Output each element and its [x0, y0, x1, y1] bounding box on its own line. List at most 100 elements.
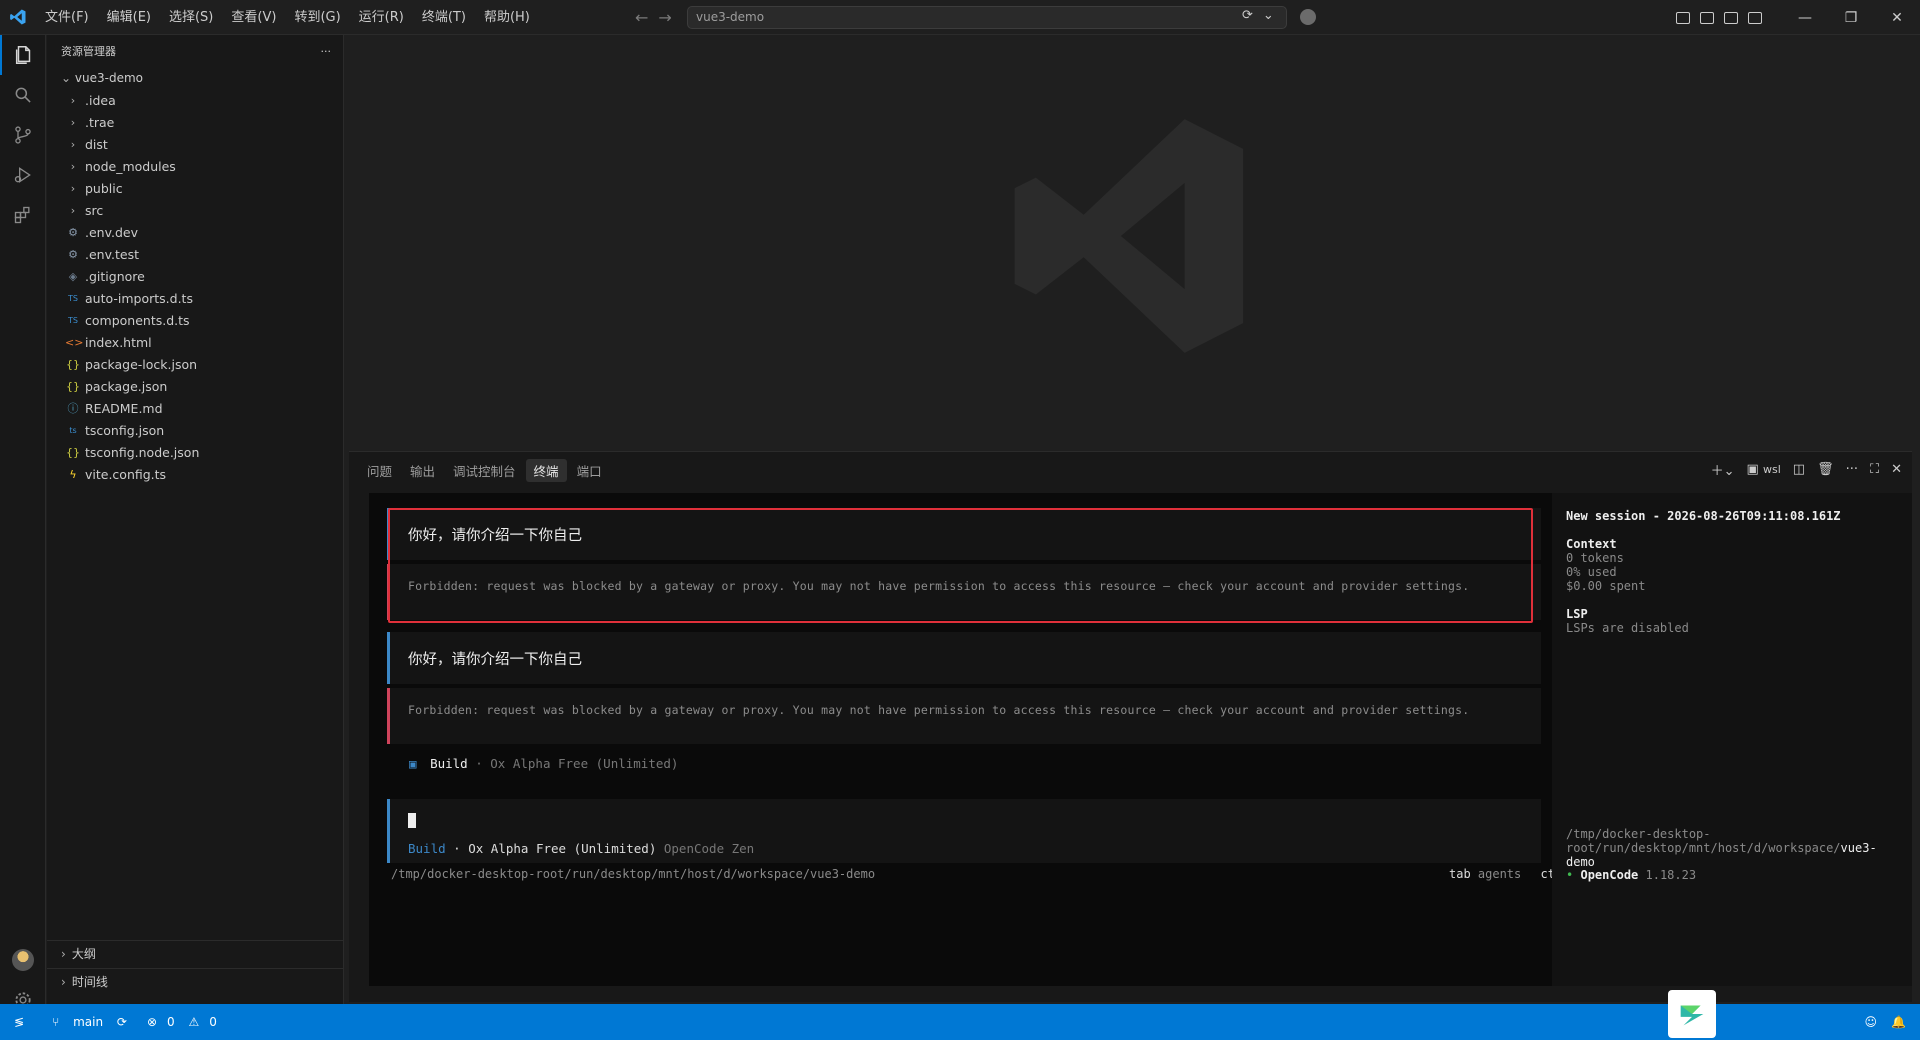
tree-item-label: .gitignore	[85, 268, 145, 284]
tree-item-label: .env.dev	[85, 224, 139, 240]
chevron-right-icon: ›	[70, 137, 76, 151]
menu-view[interactable]: 查看(V)	[222, 0, 285, 35]
timeline-section[interactable]: › 时间线	[47, 968, 343, 994]
tsconfig-file-icon: ts	[69, 425, 77, 435]
folder-item[interactable]: › src	[47, 199, 343, 221]
tree-item-label: auto-imports.d.ts	[85, 290, 193, 306]
branch-status[interactable]: ⑂ main ⟳	[42, 1015, 127, 1029]
menu-go[interactable]: 转到(G)	[285, 0, 349, 35]
close-button[interactable]: ✕	[1874, 10, 1920, 26]
tab-debug-console[interactable]: 调试控制台	[445, 459, 524, 482]
explorer-icon[interactable]	[0, 35, 46, 75]
outline-label: 大纲	[71, 947, 96, 961]
copilot-icon[interactable]	[1300, 9, 1316, 25]
customize-layout-icon[interactable]	[1700, 11, 1714, 24]
tree-item-label: src	[85, 202, 104, 218]
account-avatar-icon[interactable]	[0, 940, 46, 980]
info-file-icon: ⓘ	[67, 402, 79, 415]
split-terminal-icon[interactable]: ◫	[1793, 462, 1805, 477]
chevron-right-icon: ›	[61, 974, 66, 989]
extensions-icon[interactable]	[0, 195, 46, 235]
file-item[interactable]: ◈ .gitignore	[47, 265, 343, 287]
menu-help[interactable]: 帮助(H)	[475, 0, 539, 35]
problems-status[interactable]: ⊗ 0 ⚠ 0	[137, 1015, 217, 1029]
file-item[interactable]: ⚙ .env.test	[47, 243, 343, 265]
notifications-bell-icon[interactable]: 🔔	[1891, 1015, 1906, 1029]
menu-selection[interactable]: 选择(S)	[160, 0, 222, 35]
folder-item[interactable]: › public	[47, 177, 343, 199]
ts-file-icon: TS	[68, 315, 78, 325]
file-item[interactable]: ⓘ README.md	[47, 397, 343, 419]
close-panel-icon[interactable]: ✕	[1891, 462, 1902, 477]
toggle-primary-sidebar-icon[interactable]	[1676, 11, 1690, 24]
window-controls: — ❐ ✕	[1676, 0, 1920, 35]
run-debug-icon[interactable]	[0, 155, 46, 195]
folder-item[interactable]: › .idea	[47, 89, 343, 111]
highlight-box	[388, 508, 1533, 623]
prompt-input[interactable]: Build · Ox Alpha Free (Unlimited) OpenCo…	[387, 799, 1541, 863]
restore-button[interactable]: ❐	[1828, 10, 1874, 26]
context-heading: Context	[1566, 537, 1617, 551]
file-item[interactable]: {} package.json	[47, 375, 343, 397]
toggle-panel-icon[interactable]	[1724, 11, 1738, 24]
copilot-status-icon[interactable]: ☺	[1865, 1015, 1878, 1029]
back-arrow-icon[interactable]: ←	[635, 8, 648, 27]
folder-item[interactable]: › .trae	[47, 111, 343, 133]
error-count: 0	[167, 1015, 175, 1029]
tree-item-label: package-lock.json	[85, 356, 198, 372]
source-control-icon[interactable]	[0, 115, 46, 155]
tree-item-label: tsconfig.node.json	[85, 444, 200, 460]
chat-toggle: ⟳ ⌄	[1242, 8, 1274, 23]
minimize-button[interactable]: —	[1782, 10, 1828, 26]
trash-icon[interactable]: 🗑	[1817, 462, 1834, 477]
forward-arrow-icon[interactable]: →	[658, 8, 671, 27]
branch-name: main	[73, 1015, 104, 1029]
ts-file-icon: TS	[68, 293, 78, 303]
workspace-root[interactable]: ⌄ vue3-demo	[47, 67, 343, 89]
file-item[interactable]: ts tsconfig.json	[47, 419, 343, 441]
nav-buttons: ← →	[635, 0, 672, 35]
tab-key: tab	[1449, 867, 1471, 881]
new-terminal-icon[interactable]: ＋⌄	[1711, 460, 1735, 479]
chevron-down-icon[interactable]: ⌄	[1263, 8, 1274, 23]
file-item[interactable]: <> index.html	[47, 331, 343, 353]
tree-item-label: .idea	[85, 92, 116, 108]
cwd-path: /tmp/docker-desktop-root/run/desktop/mnt…	[391, 867, 876, 881]
terminal-view[interactable]: 你好，请你介绍一下你自己 Forbidden: request was bloc…	[369, 493, 1912, 986]
status-dot-icon: •	[1566, 868, 1574, 882]
tab-output[interactable]: 输出	[402, 459, 443, 482]
file-item[interactable]: TS auto-imports.d.ts	[47, 287, 343, 309]
editor-area	[349, 36, 1912, 447]
search-icon[interactable]	[0, 75, 46, 115]
file-item[interactable]: {} tsconfig.node.json	[47, 441, 343, 463]
file-item[interactable]: ϟ vite.config.ts	[47, 463, 343, 485]
taskbar-app-icon[interactable]	[1668, 990, 1716, 1038]
terminal-profile[interactable]: ▣ wsl	[1747, 462, 1781, 477]
menu-edit[interactable]: 编辑(E)	[98, 0, 160, 35]
tab-terminal[interactable]: 终端	[525, 458, 567, 482]
folder-item[interactable]: › dist	[47, 133, 343, 155]
error-message: Forbidden: request was blocked by a gate…	[387, 688, 1541, 744]
status-bar: ≶ ⑂ main ⟳ ⊗ 0 ⚠ 0 ☺ 🔔	[0, 1004, 1920, 1040]
workspace-root-label: vue3-demo	[74, 71, 143, 85]
toggle-secondary-sidebar-icon[interactable]	[1748, 11, 1762, 24]
folder-item[interactable]: › node_modules	[47, 155, 343, 177]
command-center-search[interactable]: vue3-demo	[687, 6, 1287, 29]
chat-icon[interactable]: ⟳	[1242, 8, 1253, 23]
maximize-panel-icon[interactable]: ⛶	[1870, 462, 1879, 477]
file-item[interactable]: ⚙ .env.dev	[47, 221, 343, 243]
menu-run[interactable]: 运行(R)	[350, 0, 413, 35]
more-actions-icon[interactable]: ···	[321, 45, 332, 58]
more-actions-icon[interactable]: ···	[1846, 462, 1858, 477]
file-item[interactable]: TS components.d.ts	[47, 309, 343, 331]
outline-section[interactable]: › 大纲	[47, 940, 343, 966]
tab-ports[interactable]: 端口	[569, 459, 610, 482]
menu-file[interactable]: 文件(F)	[36, 0, 98, 35]
tab-problems[interactable]: 问题	[359, 459, 400, 482]
file-item[interactable]: {} package-lock.json	[47, 353, 343, 375]
tree-item-label: node_modules	[85, 158, 176, 174]
menu-terminal[interactable]: 终端(T)	[413, 0, 475, 35]
file-tree: › .idea › .trae › dist › node_modules › public › sr…	[47, 89, 343, 485]
git-branch-icon: ⑂	[52, 1015, 60, 1029]
remote-icon[interactable]: ≶	[14, 1015, 24, 1029]
